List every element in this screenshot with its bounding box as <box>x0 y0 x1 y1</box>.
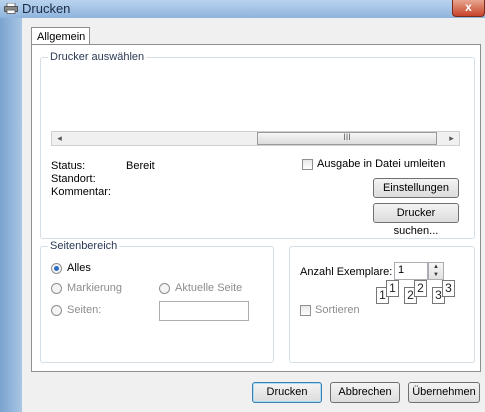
preview-page: 1 <box>386 280 399 297</box>
close-button[interactable]: x <box>452 0 485 17</box>
spin-up-icon[interactable]: ▲ <box>429 263 443 271</box>
tab-general[interactable]: Allgemein <box>31 27 90 45</box>
pages-label[interactable]: Seiten: <box>67 304 101 316</box>
dialog-button-bar: Drucken Abbrechen Übernehmen <box>22 372 485 412</box>
status-value: Bereit <box>126 160 155 172</box>
current-page-label[interactable]: Aktuelle Seite <box>175 282 242 294</box>
apply-button[interactable]: Übernehmen <box>408 382 480 403</box>
window-title: Drucken <box>22 1 71 16</box>
title-bar[interactable]: Drucken x <box>0 0 485 18</box>
collate-checkbox[interactable] <box>300 305 311 316</box>
page-range-legend: Seitenbereich <box>48 240 120 252</box>
all-pages-radio[interactable] <box>51 263 62 274</box>
select-printer-group: Drucker auswählen ◂ III ▸ Status: Bereit… <box>40 51 475 239</box>
printer-list[interactable] <box>51 68 460 130</box>
selection-radio[interactable] <box>51 283 62 294</box>
copies-group: Anzahl Exemplare: 1 ▲ ▼ Sortieren 1 1 2 … <box>289 246 475 363</box>
pages-radio[interactable] <box>51 305 62 316</box>
all-pages-label[interactable]: Alles <box>67 262 91 274</box>
find-printer-button[interactable]: Drucker suchen... <box>373 203 459 237</box>
select-printer-legend: Drucker auswählen <box>48 51 147 63</box>
print-to-file-label[interactable]: Ausgabe in Datei umleiten <box>317 158 445 170</box>
pages-input[interactable] <box>159 301 249 321</box>
general-tab-panel: Drucker auswählen ◂ III ▸ Status: Bereit… <box>31 44 481 372</box>
printer-list-scrollbar[interactable]: ◂ III ▸ <box>51 131 460 146</box>
scroll-right-arrow-icon[interactable]: ▸ <box>444 132 459 145</box>
page-range-group: Seitenbereich Alles Markierung Aktuelle … <box>40 240 274 363</box>
cancel-button[interactable]: Abbrechen <box>330 382 400 403</box>
selection-label[interactable]: Markierung <box>67 282 122 294</box>
preview-page: 3 <box>442 280 455 297</box>
dialog-client-area: Allgemein Drucker auswählen ◂ III ▸ Stat… <box>22 18 485 412</box>
comment-label: Kommentar: <box>51 186 111 198</box>
print-to-file-checkbox[interactable] <box>302 159 313 170</box>
print-button[interactable]: Drucken <box>252 382 322 403</box>
preview-page: 2 <box>414 280 427 297</box>
printer-icon <box>4 3 18 14</box>
settings-button[interactable]: Einstellungen <box>373 178 459 198</box>
collate-preview-icon: 1 1 2 2 3 3 <box>376 277 456 307</box>
current-page-radio[interactable] <box>159 283 170 294</box>
print-dialog-window: Drucken x Allgemein Drucker auswählen ◂ … <box>0 0 485 412</box>
scroll-left-arrow-icon[interactable]: ◂ <box>52 132 67 145</box>
window-frame-left <box>0 18 22 412</box>
location-label: Standort: <box>51 173 96 185</box>
status-label: Status: <box>51 160 86 172</box>
collate-label[interactable]: Sortieren <box>315 304 360 316</box>
scrollbar-thumb[interactable]: III <box>257 132 437 145</box>
